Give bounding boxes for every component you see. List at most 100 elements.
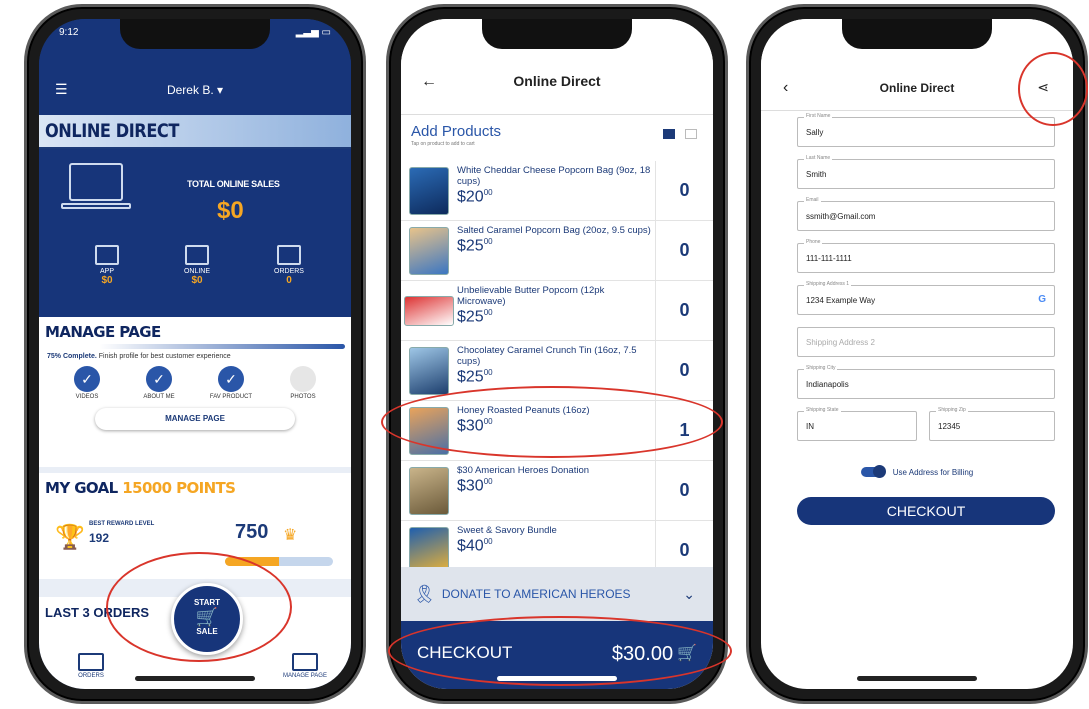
product-row[interactable]: Salted Caramel Popcorn Bag (20oz, 9.5 cu…	[401, 221, 713, 281]
shipping-zip-field[interactable]: Shipping Zip 12345	[929, 407, 1055, 441]
check-photos[interactable]: ✓ PHOTOS	[279, 366, 327, 400]
stat-label: APP	[99, 268, 114, 275]
product-name: Sweet & Savory Bundle	[457, 525, 557, 536]
ribbon-icon: 🎗	[413, 583, 436, 604]
share-icon[interactable]: ⋖	[1037, 79, 1049, 96]
field-label: Phone	[804, 239, 823, 245]
profile-checklist: ✓ VIDEOS ✓ ABOUT ME ✓ FAV PRODUCT ✓ PHOTOS	[39, 366, 351, 400]
manage-title: MANAGE PAGE	[45, 323, 161, 341]
product-quantity[interactable]: 1	[655, 401, 713, 460]
shipping-address-1-field[interactable]: Shipping Address 1 1234 Example Way G	[797, 281, 1055, 315]
page-title: Online Direct	[879, 81, 955, 95]
cart-icon	[277, 245, 301, 265]
list-view-icon[interactable]	[663, 129, 675, 139]
chevron-down-icon: ⌄	[683, 585, 695, 602]
product-image	[409, 346, 449, 395]
add-products-hint: Tap on product to add to cart	[411, 141, 475, 147]
orders-icon	[78, 653, 104, 671]
product-name: Salted Caramel Popcorn Bag (20oz, 9.5 cu…	[457, 225, 651, 236]
stat-value: 0	[286, 275, 292, 286]
cart-icon: 🛒	[195, 607, 219, 627]
field-label: Shipping Zip	[936, 407, 968, 413]
product-price: $3000	[457, 477, 493, 495]
product-row[interactable]: Honey Roasted Peanuts (16oz) $3000 1	[401, 401, 713, 461]
three-phone-composite: 9:12 ▂▃▅ ▭ ☰ Derek B. ▾ ONLINE DIRECT TO…	[0, 0, 1089, 709]
field-value: Sally	[806, 128, 824, 137]
manage-page-button[interactable]: MANAGE PAGE	[95, 408, 295, 430]
online-direct-banner: ONLINE DIRECT	[39, 115, 351, 147]
total-sales-label: TOTAL ONLINE SALES	[187, 179, 280, 189]
current-points: 750	[235, 521, 269, 543]
donate-accordion[interactable]: 🎗 DONATE TO AMERICAN HEROES ⌄	[401, 567, 713, 621]
product-row[interactable]: White Cheddar Cheese Popcorn Bag (9oz, 1…	[401, 161, 713, 221]
grid-view-icon[interactable]	[685, 129, 697, 139]
stat-app: APP $0	[77, 245, 137, 286]
product-name: Chocolatey Caramel Crunch Tin (16oz, 7.5…	[457, 345, 637, 367]
product-quantity[interactable]: 0	[655, 221, 713, 280]
phone-notch	[120, 19, 270, 49]
billing-toggle[interactable]	[860, 465, 886, 478]
goal-progress-fill	[225, 557, 279, 566]
product-quantity[interactable]: 0	[655, 461, 713, 520]
tab-manage-page[interactable]: MANAGE PAGE	[275, 653, 335, 679]
product-list: White Cheddar Cheese Popcorn Bag (9oz, 1…	[401, 161, 713, 581]
product-quantity[interactable]: 0	[655, 281, 713, 340]
product-row[interactable]: Chocolatey Caramel Crunch Tin (16oz, 7.5…	[401, 341, 713, 401]
tab-orders[interactable]: ORDERS	[61, 653, 121, 679]
field-label: First Name	[804, 113, 833, 119]
checkout-button[interactable]: CHECKOUT	[797, 497, 1055, 525]
menu-icon[interactable]: ☰	[55, 81, 75, 98]
check-about-me[interactable]: ✓ ABOUT ME	[135, 366, 183, 400]
stat-label: ONLINE	[183, 268, 211, 275]
product-image	[409, 406, 449, 455]
page-title: Online Direct	[513, 73, 601, 89]
field-value: Indianapolis	[806, 380, 849, 389]
donate-label: DONATE TO AMERICAN HEROES	[441, 587, 631, 601]
checkmark-icon: ✓	[218, 366, 244, 392]
best-level-label: BEST REWARD LEVEL	[89, 521, 155, 527]
product-row[interactable]: $30 American Heroes Donation $3000 0	[401, 461, 713, 521]
check-label: VIDEOS	[75, 394, 99, 400]
check-fav-product[interactable]: ✓ FAV PRODUCT	[207, 366, 255, 400]
goal-section: MY GOAL 15000 POINTS 🏆 BEST REWARD LEVEL…	[39, 467, 351, 597]
shipping-state-field[interactable]: Shipping State IN	[797, 407, 917, 441]
manage-hint: Finish profile for best customer experie…	[98, 353, 231, 360]
field-label: Shipping Address 1	[804, 281, 852, 287]
home-indicator[interactable]	[497, 676, 617, 681]
user-switcher[interactable]: Derek B. ▾	[75, 83, 315, 97]
first-name-field[interactable]: First Name Sally	[797, 113, 1055, 147]
start-sale-button[interactable]: START 🛒 SALE	[171, 583, 243, 655]
start-label: START	[193, 598, 221, 607]
cart-icon: 🛒	[677, 645, 697, 662]
shipping-address-2-field[interactable]: Shipping Address 2	[797, 327, 1055, 357]
crown-icon: ♛	[283, 527, 298, 544]
shipping-city-field[interactable]: Shipping City Indianapolis	[797, 365, 1055, 399]
product-image	[409, 166, 449, 215]
check-videos[interactable]: ✓ VIDEOS	[63, 366, 111, 400]
trophy-icon: 🏆	[55, 524, 85, 551]
email-field[interactable]: Email ssmith@Gmail.com	[797, 197, 1055, 231]
product-price: $2500	[457, 237, 493, 255]
product-quantity[interactable]: 0	[655, 341, 713, 400]
product-price: $3000	[457, 417, 493, 435]
last-name-field[interactable]: Last Name Smith	[797, 155, 1055, 189]
empty-check-icon: ✓	[290, 366, 316, 392]
phone-checkout-form: ‹ Online Direct ⋖ First Name Sally Last N…	[746, 4, 1088, 704]
product-quantity[interactable]: 0	[655, 161, 713, 220]
billing-toggle-label: Use Address for Billing	[892, 467, 974, 477]
banner-title: ONLINE DIRECT	[45, 120, 179, 142]
home-indicator[interactable]	[135, 676, 255, 681]
phone-field[interactable]: Phone 111-111-1111	[797, 239, 1055, 273]
manage-progress-text: 75% Complete. Finish profile for best cu…	[39, 349, 351, 364]
stat-label: ORDERS	[274, 268, 304, 275]
home-indicator[interactable]	[857, 676, 977, 681]
field-value: 1234 Example Way	[806, 296, 876, 305]
product-price: $2500	[457, 308, 493, 326]
product-row[interactable]: Unbelievable Butter Popcorn (12pk Microw…	[401, 281, 713, 341]
online-icon	[185, 245, 209, 265]
app-icon	[95, 245, 119, 265]
dashboard-nav: ☰ Derek B. ▾	[55, 81, 335, 98]
field-value: 111-111-1111	[806, 254, 852, 263]
manage-icon	[292, 653, 318, 671]
best-level-value: 192	[89, 531, 110, 545]
